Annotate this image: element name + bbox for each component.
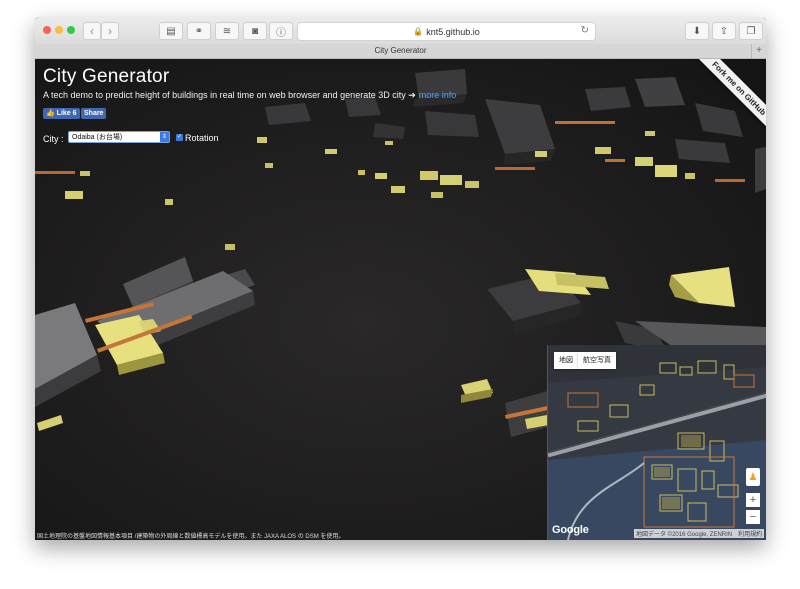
share-icon: ⇧ [719, 25, 729, 37]
tab-bar: City Generator + [35, 44, 766, 59]
page-subtitle: A tech demo to predict height of buildin… [43, 90, 456, 101]
layers-icon: ≋ [222, 25, 232, 37]
select-arrow-icon: ⇕ [160, 132, 169, 142]
facebook-like-button[interactable]: 👍 Like 6 [43, 108, 80, 119]
rotation-label: Rotation [185, 133, 219, 143]
sidebar-button[interactable]: ▤ [159, 22, 183, 40]
city-label: City : [43, 134, 64, 144]
map-tab-map[interactable]: 地図 [554, 352, 578, 369]
lock-icon: 🔒 [413, 27, 424, 36]
map-tab-satellite[interactable]: 航空写真 [578, 352, 616, 369]
city-3d-viewport[interactable]: City Generator A tech demo to predict he… [35, 59, 766, 540]
lit-buildings-far [65, 131, 695, 250]
info-icon: ⓘ [276, 27, 286, 39]
tabs-icon: ❐ [746, 25, 756, 37]
pegman-icon: ♟ [748, 471, 758, 483]
city-selected-value: Odaiba (お台場) [72, 134, 123, 141]
extension-button[interactable]: ⚭ [187, 22, 211, 40]
info-button[interactable]: ⓘ [269, 22, 293, 40]
browser-toolbar: ‹ › ▤ ⚭ ≋ ◙ ⓘ 🔒 knt5.github.io ↻ ⬇ ⇧ ❐ [35, 17, 766, 45]
fork-me-ribbon[interactable]: Fork me on GitHub [687, 59, 766, 140]
map-attribution[interactable]: 地図データ ©2016 Google, ZENRIN 利用規約 [634, 529, 765, 538]
minimize-window-button[interactable] [55, 26, 63, 34]
github-ribbon-wrap: Fork me on GitHub [676, 59, 766, 149]
new-tab-button[interactable]: + [751, 44, 766, 58]
page-title: City Generator [43, 66, 170, 87]
share-button[interactable]: ⇧ [712, 22, 736, 40]
chevron-left-icon: ‹ [90, 24, 94, 38]
subtitle-text: A tech demo to predict height of buildin… [43, 90, 416, 100]
facebook-share-button[interactable]: Share [81, 108, 107, 119]
zoom-out-button[interactable]: − [746, 510, 760, 524]
sidebar-icon: ▤ [166, 25, 176, 37]
close-window-button[interactable] [43, 26, 51, 34]
address-bar[interactable]: 🔒 knt5.github.io ↻ [297, 22, 596, 41]
reload-icon[interactable]: ↻ [581, 25, 589, 36]
street-view-pegman[interactable]: ♟ [746, 468, 760, 486]
browser-window: ‹ › ▤ ⚭ ≋ ◙ ⓘ 🔒 knt5.github.io ↻ ⬇ ⇧ ❐ C… [35, 17, 766, 540]
check-icon: ✓ [176, 134, 183, 140]
pocket-button[interactable]: ◙ [243, 22, 267, 40]
city-select[interactable]: Odaiba (お台場) ⇕ [68, 131, 170, 143]
maximize-window-button[interactable] [67, 26, 75, 34]
tabs-button[interactable]: ❐ [739, 22, 763, 40]
like-label: Like 6 [56, 110, 77, 117]
thumbs-up-icon: 👍 [46, 110, 55, 117]
left-building-cluster [35, 257, 493, 431]
rotation-checkbox[interactable]: ✓ [176, 134, 183, 141]
minimap-canvas[interactable] [548, 345, 766, 540]
url-text: knt5.github.io [426, 26, 480, 37]
more-info-link[interactable]: more info [419, 90, 457, 100]
zoom-in-button[interactable]: + [746, 493, 760, 507]
download-button[interactable]: ⬇ [685, 22, 709, 40]
data-source-note: 国土地理院の基盤地図情報基本項目 /建築物の外周線と数値標高モデルを使用。また … [37, 534, 345, 540]
pocket-icon: ◙ [251, 25, 259, 37]
link-icon: ⚭ [194, 25, 204, 37]
chevron-right-icon: › [108, 24, 112, 38]
forward-button[interactable]: › [101, 22, 119, 40]
back-button[interactable]: ‹ [83, 22, 101, 40]
minimap[interactable]: 地図 航空写真 ♟ + − Google 地図データ ©2016 Google,… [547, 345, 766, 540]
layers-button[interactable]: ≋ [215, 22, 239, 40]
google-logo: Google [552, 524, 589, 536]
download-icon: ⬇ [692, 25, 702, 37]
tab-city-generator[interactable]: City Generator [374, 46, 426, 55]
